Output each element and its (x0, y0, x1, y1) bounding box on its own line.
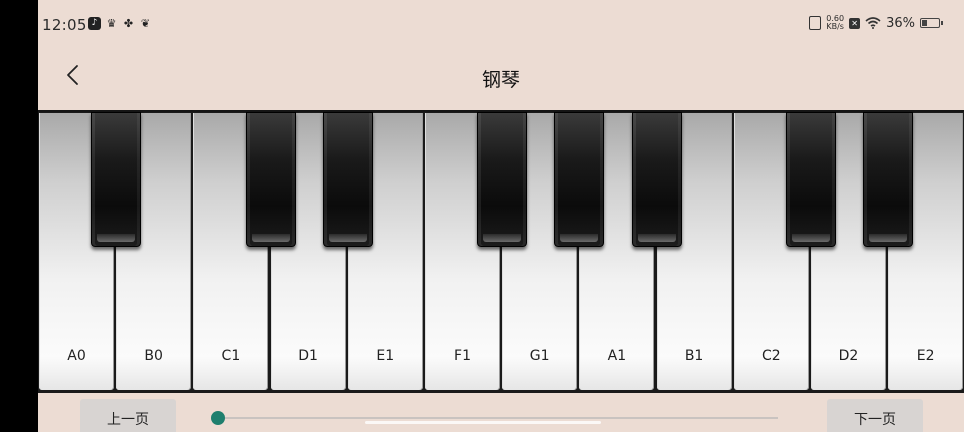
piano-key-label: C1 (221, 348, 241, 364)
piano-key-label: C2 (761, 348, 781, 364)
piano-key-label: F1 (454, 348, 471, 364)
status-time: 12:05 (42, 16, 87, 34)
prev-page-button[interactable]: 上一页 (80, 399, 176, 432)
tiktok-icon: ♪ (88, 17, 101, 30)
piano-key-label: G1 (529, 348, 550, 364)
network-speed: 0.60 KB/s (826, 15, 844, 31)
piano-key-label: E1 (376, 348, 395, 364)
piano-black-key[interactable] (631, 112, 682, 247)
battery-icon (920, 18, 943, 28)
page-title: 钢琴 (481, 69, 520, 91)
bottom-controls: 上一页 下一页 (38, 391, 964, 432)
status-bar: 12:05 ♪ ♛ ✤ ❦ 0.60 KB/s ✕ 36% (38, 0, 964, 50)
piano-key-label: D1 (298, 348, 318, 364)
piano-key-label: E2 (916, 348, 935, 364)
home-indicator[interactable] (365, 421, 601, 424)
no-sim-icon: ✕ (849, 17, 861, 29)
piano-key-label: A1 (607, 348, 627, 364)
piano-black-key[interactable] (554, 112, 605, 247)
leaf-icon: ❦ (140, 17, 151, 30)
wifi-icon (865, 17, 881, 29)
piano-key-label: D2 (838, 348, 859, 364)
piano-black-key[interactable] (91, 112, 142, 247)
next-page-button[interactable]: 下一页 (827, 399, 923, 432)
piano-black-key[interactable] (786, 112, 836, 247)
piano-keyboard: A0 B0 C1 D1 E1 F1 G1 A1 B1 C2 D2 E2 (38, 110, 964, 393)
crown-icon: ♛ (106, 17, 117, 30)
network-speed-unit: KB/s (826, 22, 844, 31)
app-screen: 12:05 ♪ ♛ ✤ ❦ 0.60 KB/s ✕ 36% 钢琴 A0 B0 C… (38, 0, 964, 432)
vibrate-icon (809, 16, 822, 30)
piano-key-label: B0 (144, 348, 163, 364)
slider-thumb[interactable] (211, 411, 225, 425)
piano-black-key[interactable] (322, 112, 373, 247)
app-header: 钢琴 (38, 50, 964, 110)
status-system-icons: 0.60 KB/s ✕ 36% (809, 15, 943, 31)
piano-key-label: B1 (684, 348, 704, 364)
fan-icon: ✤ (123, 17, 134, 30)
piano-black-key[interactable] (477, 112, 528, 247)
piano-black-key[interactable] (245, 112, 296, 247)
battery-percent: 36% (886, 15, 915, 31)
slider-track (218, 417, 778, 419)
piano-key-label: A0 (67, 348, 86, 364)
piano-black-key[interactable] (863, 112, 914, 247)
status-notification-icons: ♪ ♛ ✤ ❦ (88, 17, 152, 30)
